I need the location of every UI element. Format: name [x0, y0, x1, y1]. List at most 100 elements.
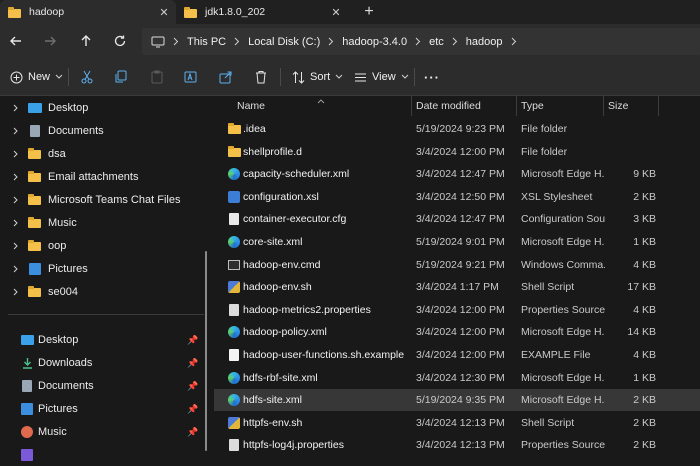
back-button[interactable]	[6, 31, 26, 51]
share-button[interactable]	[219, 66, 233, 88]
file-row[interactable]: container-executor.cfg 3/4/2024 12:47 PM C…	[214, 208, 700, 230]
address-bar[interactable]: This PC Local Disk (C:) hadoop-3.4.0 etc…	[142, 28, 700, 55]
pin-icon[interactable]: 📌	[187, 335, 198, 346]
view-button[interactable]: View	[354, 66, 409, 88]
file-row[interactable]: hdfs-rbf-site.xml 3/4/2024 12:30 PM Micros…	[214, 367, 700, 389]
new-button[interactable]: New	[10, 66, 63, 88]
cut-button[interactable]	[80, 66, 94, 88]
more-options-button[interactable]: ···	[424, 66, 440, 88]
file-size: 4 KB	[633, 303, 656, 316]
tree-item-oop[interactable]: oop	[0, 235, 205, 257]
quick-access-downloads[interactable]: Downloads 📌	[0, 352, 205, 374]
close-icon[interactable]: ✕	[156, 6, 172, 19]
scissors-icon	[81, 70, 93, 84]
tab-hadoop[interactable]: hadoop ✕	[0, 0, 176, 24]
copy-button[interactable]	[114, 66, 128, 88]
file-name: hdfs-rbf-site.xml	[243, 371, 318, 384]
delete-button[interactable]	[254, 66, 268, 88]
file-name: hadoop-policy.xml	[243, 326, 327, 339]
pin-icon[interactable]: 📌	[187, 404, 198, 415]
quick-access-partial-item[interactable]	[0, 444, 205, 466]
tree-item-music[interactable]: Music	[0, 212, 205, 234]
breadcrumb-etc[interactable]: etc	[429, 36, 444, 48]
column-divider[interactable]	[658, 96, 659, 116]
folder-icon	[28, 171, 42, 183]
chevron-right-icon[interactable]	[10, 104, 20, 112]
chevron-right-icon[interactable]	[10, 127, 20, 135]
breadcrumb-hadoop-340[interactable]: hadoop-3.4.0	[342, 36, 407, 48]
file-row[interactable]: httpfs-log4j.properties 3/4/2024 12:13 PM…	[214, 434, 700, 456]
new-tab-button[interactable]: +	[360, 2, 378, 22]
quick-access-pictures[interactable]: Pictures 📌	[0, 398, 205, 420]
tree-item-dsa[interactable]: dsa	[0, 143, 205, 165]
tree-item-label: oop	[48, 240, 67, 252]
column-divider[interactable]	[516, 96, 517, 116]
pictures-icon	[21, 403, 34, 415]
column-header-name[interactable]: Name	[237, 96, 265, 116]
chevron-right-icon[interactable]	[10, 219, 20, 227]
file-row[interactable]: hadoop-env.cmd 5/19/2024 9:21 PM Windows C…	[214, 254, 700, 276]
file-row[interactable]: hadoop-user-functions.sh.example 3/4/2024…	[214, 344, 700, 366]
tab-jdk[interactable]: jdk1.8.0_202 ✕	[176, 0, 348, 24]
file-type: Microsoft Edge H...	[521, 371, 605, 384]
column-header-date[interactable]: Date modified	[416, 96, 481, 116]
file-row[interactable]: capacity-scheduler.xml 3/4/2024 12:47 PM M…	[214, 163, 700, 185]
column-divider[interactable]	[603, 96, 604, 116]
chevron-right-icon[interactable]	[10, 150, 20, 158]
tree-item-teams-chat-files[interactable]: Microsoft Teams Chat Files	[0, 189, 205, 211]
quick-access-documents[interactable]: Documents 📌	[0, 375, 205, 397]
tree-item-documents[interactable]: Documents	[0, 120, 205, 142]
shell-script-icon	[228, 416, 241, 429]
tree-item-label: Microsoft Teams Chat Files	[48, 194, 181, 206]
quick-access-label: Desktop	[38, 334, 79, 346]
file-name: hadoop-metrics2.properties	[243, 303, 371, 316]
tree-item-desktop[interactable]: Desktop	[0, 97, 205, 119]
column-header-size[interactable]: Size	[608, 96, 628, 116]
file-type: Windows Comma...	[521, 258, 605, 271]
folder-icon	[228, 123, 241, 135]
chevron-right-icon[interactable]	[10, 173, 20, 181]
config-file-icon	[228, 213, 241, 226]
close-icon[interactable]: ✕	[328, 6, 344, 19]
rename-button[interactable]	[184, 66, 198, 88]
refresh-button[interactable]	[110, 31, 130, 51]
file-date-modified: 3/4/2024 1:17 PM	[416, 281, 499, 294]
file-row[interactable]: hdfs-site.xml 5/19/2024 9:35 PM Microsoft …	[214, 389, 700, 412]
file-row[interactable]: httpfs-env.sh 3/4/2024 12:13 PM Shell Scri…	[214, 412, 700, 434]
file-row[interactable]: hadoop-policy.xml 3/4/2024 12:00 PM Micros…	[214, 321, 700, 343]
pin-icon[interactable]: 📌	[187, 427, 198, 438]
pin-icon[interactable]: 📌	[187, 381, 198, 392]
paste-button[interactable]	[150, 66, 164, 88]
file-date-modified: 5/19/2024 9:01 PM	[416, 236, 505, 248]
chevron-right-icon[interactable]	[503, 37, 525, 46]
breadcrumb-hadoop[interactable]: hadoop	[466, 36, 503, 48]
nav-scrollbar[interactable]	[205, 251, 207, 451]
quick-access-desktop[interactable]: Desktop 📌	[0, 329, 205, 351]
file-row[interactable]: configuration.xsl 3/4/2024 12:50 PM XSL St…	[214, 186, 700, 208]
column-divider[interactable]	[411, 96, 412, 116]
column-header-type[interactable]: Type	[521, 96, 544, 116]
chevron-right-icon[interactable]	[10, 288, 20, 296]
tree-item-se004[interactable]: se004	[0, 281, 205, 303]
file-name: httpfs-env.sh	[243, 416, 303, 429]
chevron-right-icon[interactable]	[10, 242, 20, 250]
quick-access-music[interactable]: Music 📌	[0, 421, 205, 443]
breadcrumb-local-disk[interactable]: Local Disk (C:)	[248, 36, 320, 48]
file-date-modified: 5/19/2024 9:21 PM	[416, 258, 505, 271]
tree-item-pictures[interactable]: Pictures	[0, 258, 205, 280]
breadcrumb-this-pc[interactable]: This PC	[187, 36, 226, 48]
file-row[interactable]: shellprofile.d 3/4/2024 12:00 PM File fold…	[214, 141, 700, 163]
chevron-right-icon[interactable]	[10, 265, 20, 273]
up-button[interactable]	[76, 31, 96, 51]
pin-icon[interactable]: 📌	[187, 358, 198, 369]
file-row[interactable]: hadoop-env.sh 3/4/2024 1:17 PM Shell Scrip…	[214, 276, 700, 298]
file-row[interactable]: hadoop-metrics2.properties 3/4/2024 12:00…	[214, 299, 700, 321]
file-row[interactable]: .idea 5/19/2024 9:23 PM File folder	[214, 118, 700, 140]
chevron-right-icon[interactable]	[10, 196, 20, 204]
tree-item-email-attachments[interactable]: Email attachments	[0, 166, 205, 188]
arrow-left-icon	[10, 36, 21, 46]
folder-icon	[184, 7, 197, 18]
sort-button[interactable]: Sort	[292, 66, 343, 88]
file-row[interactable]: core-site.xml 5/19/2024 9:01 PM Microsoft …	[214, 231, 700, 253]
forward-button[interactable]	[40, 31, 60, 51]
